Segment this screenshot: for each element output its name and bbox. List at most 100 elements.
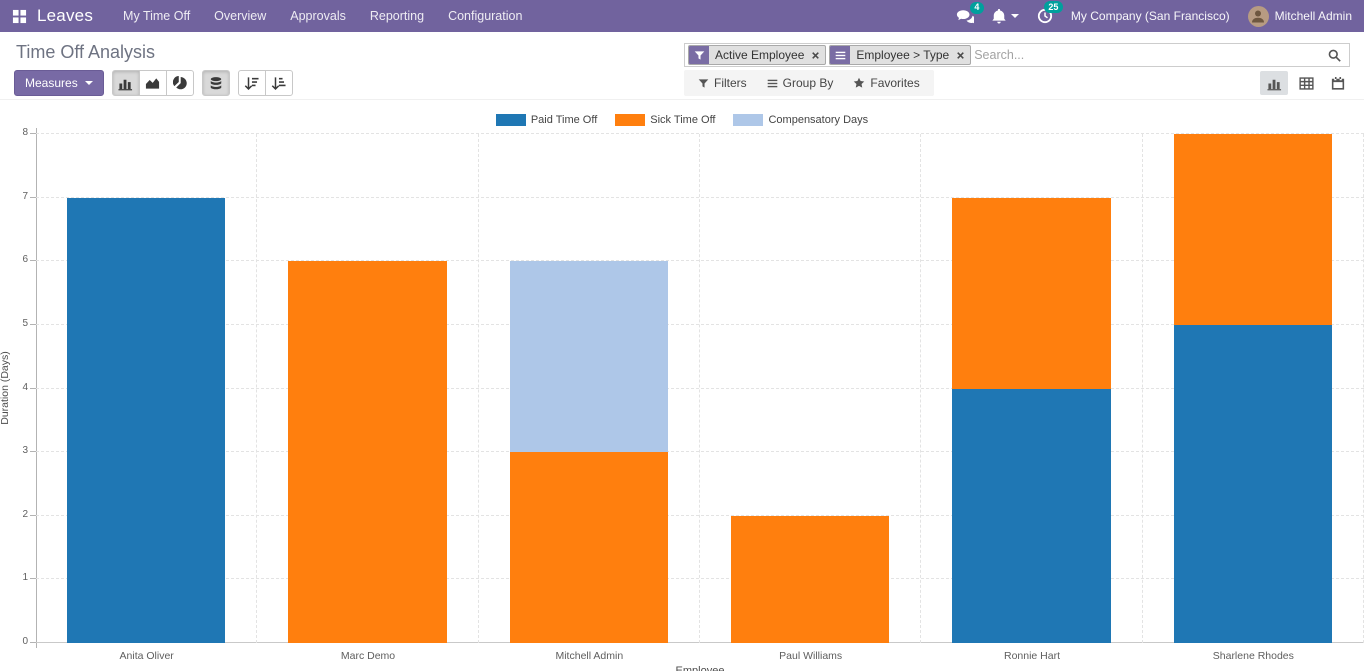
- star-icon: [853, 77, 865, 89]
- favorites-button[interactable]: Favorites: [843, 76, 929, 90]
- bar-segment-paid-time-off[interactable]: [67, 198, 226, 643]
- nav-menu-item-approvals[interactable]: Approvals: [278, 0, 358, 32]
- facet-label: Employee > Type: [850, 46, 955, 64]
- chart-legend: Paid Time Off Sick Time Off Compensatory D…: [0, 114, 1364, 126]
- graph-toolbar: Measures: [14, 70, 293, 96]
- graph-view-button[interactable]: [1260, 71, 1288, 95]
- control-panel: Time Off Analysis Active Employee Employe…: [0, 32, 1364, 100]
- sort-asc-button[interactable]: [265, 70, 293, 96]
- nav-menu-item-configuration[interactable]: Configuration: [436, 0, 534, 32]
- stack-toggle-group: [202, 70, 230, 96]
- search-facet[interactable]: Active Employee: [688, 45, 826, 65]
- bar-group: [1143, 134, 1364, 643]
- facet-remove-icon[interactable]: [810, 46, 825, 64]
- facet-label: Active Employee: [709, 46, 810, 64]
- chevron-down-icon: [85, 81, 93, 85]
- y-tick-label: 2: [0, 509, 28, 520]
- legend-swatch: [733, 114, 763, 126]
- pie-chart-button[interactable]: [166, 70, 194, 96]
- messages-badge: 4: [970, 2, 984, 14]
- bar-chart-button[interactable]: [112, 70, 140, 96]
- filter-item-label: Group By: [783, 76, 834, 90]
- company-switcher[interactable]: My Company (San Francisco): [1071, 9, 1230, 23]
- legend-label: Compensatory Days: [768, 114, 868, 126]
- bar-chart-icon: [118, 76, 133, 91]
- bar-segment-sick-time-off[interactable]: [510, 452, 669, 643]
- pivot-view-button[interactable]: [1292, 71, 1320, 95]
- area-chart-icon: [145, 76, 160, 91]
- y-tick-label: 0: [0, 636, 28, 647]
- y-tick-label: 6: [0, 254, 28, 265]
- facet-remove-icon[interactable]: [955, 46, 970, 64]
- search-facet[interactable]: Employee > Type: [829, 45, 971, 65]
- filter-item-label: Filters: [714, 76, 747, 90]
- x-category-label: Mitchell Admin: [555, 650, 623, 662]
- y-tick-label: 5: [0, 318, 28, 329]
- sort-asc-icon: [271, 76, 286, 91]
- nav-menu-item-my-time-off[interactable]: My Time Off: [111, 0, 202, 32]
- top-navbar: Leaves My Time OffOverviewApprovalsRepor…: [0, 0, 1364, 32]
- activities-badge: 25: [1044, 1, 1063, 13]
- stacked-button[interactable]: [202, 70, 230, 96]
- graph-view: Paid Time Off Sick Time Off Compensatory D…: [0, 100, 1364, 671]
- avatar: [1248, 6, 1269, 27]
- bar-group: [700, 134, 921, 643]
- group-by-icon: [767, 78, 778, 89]
- bar-group: [257, 134, 478, 643]
- legend-swatch: [615, 114, 645, 126]
- x-category-label: Marc Demo: [341, 650, 395, 662]
- calendar-view-icon: [1331, 76, 1345, 91]
- y-tick-label: 8: [0, 127, 28, 138]
- app-name[interactable]: Leaves: [37, 6, 93, 26]
- activities-clock-icon[interactable]: 25: [1037, 8, 1053, 24]
- x-category-label: Sharlene Rhodes: [1213, 650, 1294, 662]
- bar-group: [479, 134, 700, 643]
- bar-segment-sick-time-off[interactable]: [731, 516, 890, 643]
- sort-group: [238, 70, 293, 96]
- search-bar: Active Employee Employee > Type: [684, 43, 1350, 67]
- y-tick-label: 7: [0, 191, 28, 202]
- group-by-button[interactable]: Group By: [757, 76, 844, 90]
- legend-item[interactable]: Compensatory Days: [733, 114, 868, 126]
- filter-icon: [689, 46, 709, 64]
- bar-segment-sick-time-off[interactable]: [1174, 134, 1333, 325]
- calendar-view-button[interactable]: [1324, 71, 1352, 95]
- search-options-bar: Filters Group By Favorites: [684, 70, 934, 96]
- legend-item[interactable]: Sick Time Off: [615, 114, 715, 126]
- graph-view-icon: [1267, 76, 1282, 91]
- legend-label: Sick Time Off: [650, 114, 715, 126]
- page-title: Time Off Analysis: [16, 42, 155, 63]
- filters-button[interactable]: Filters: [688, 76, 757, 90]
- bar-group: [921, 134, 1142, 643]
- chart-type-group: [112, 70, 194, 96]
- filter-icon: [698, 78, 709, 89]
- sort-desc-button[interactable]: [238, 70, 266, 96]
- nav-menu-item-reporting[interactable]: Reporting: [358, 0, 436, 32]
- view-switcher: [1260, 71, 1352, 95]
- measures-button[interactable]: Measures: [14, 70, 104, 96]
- legend-item[interactable]: Paid Time Off: [496, 114, 597, 126]
- area-chart-button[interactable]: [139, 70, 167, 96]
- bar-group: [36, 134, 257, 643]
- bar-segment-paid-time-off[interactable]: [1174, 325, 1333, 643]
- bell-caret-icon: [1011, 14, 1019, 18]
- apps-menu-icon[interactable]: [12, 9, 27, 24]
- bar-segment-sick-time-off[interactable]: [952, 198, 1111, 389]
- notifications-bell-icon[interactable]: [992, 9, 1019, 24]
- main-menu: My Time OffOverviewApprovalsReportingCon…: [111, 0, 534, 32]
- user-menu[interactable]: Mitchell Admin: [1248, 6, 1352, 27]
- stacked-icon: [209, 76, 223, 91]
- x-category-label: Anita Oliver: [120, 650, 174, 662]
- messages-icon[interactable]: 4: [956, 9, 974, 24]
- bar-segment-sick-time-off[interactable]: [288, 261, 447, 643]
- group-by-icon: [830, 46, 850, 64]
- bar-segment-compensatory-days[interactable]: [510, 261, 669, 452]
- measures-label: Measures: [25, 76, 78, 90]
- search-input[interactable]: [974, 48, 1325, 62]
- nav-menu-item-overview[interactable]: Overview: [202, 0, 278, 32]
- bar-segment-paid-time-off[interactable]: [952, 389, 1111, 644]
- y-tick-label: 1: [0, 572, 28, 583]
- x-category-label: Paul Williams: [779, 650, 842, 662]
- search-icon[interactable]: [1328, 49, 1341, 62]
- y-tick-label: 3: [0, 445, 28, 456]
